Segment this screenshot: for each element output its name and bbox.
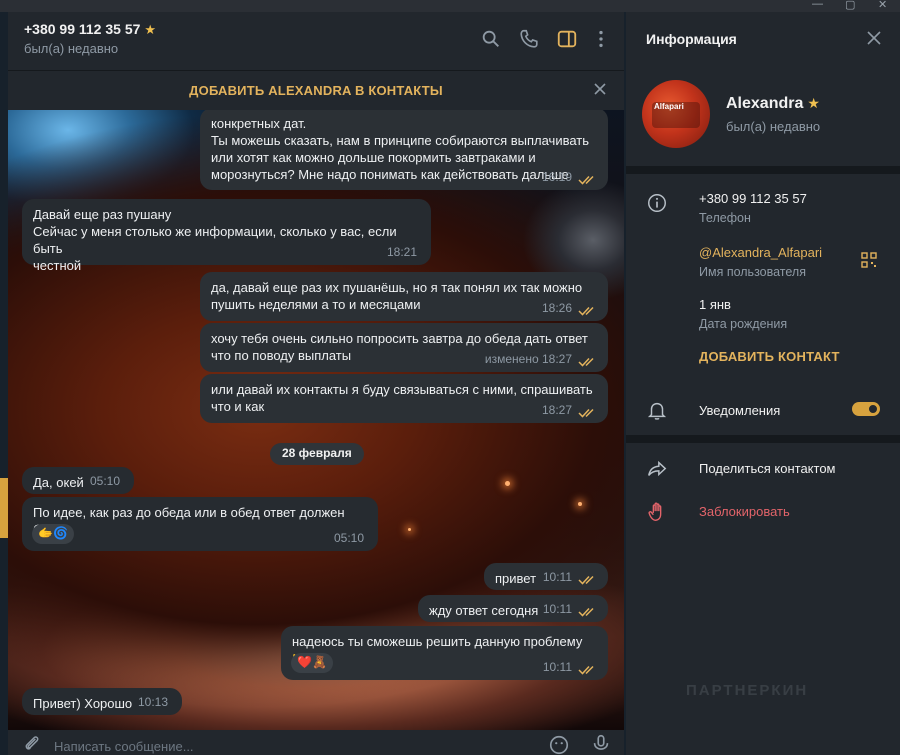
peer-title[interactable]: +380 99 112 35 57 ★ bbox=[24, 21, 156, 38]
panel-title: Информация bbox=[646, 31, 737, 47]
toggle-knob bbox=[867, 403, 879, 415]
premium-star-icon: ★ bbox=[807, 95, 820, 111]
premium-star-icon: ★ bbox=[144, 22, 157, 37]
left-edge-accent bbox=[0, 478, 8, 538]
more-menu-icon[interactable] bbox=[590, 28, 612, 50]
watermark: ПАРТНЕРКИН bbox=[686, 682, 809, 699]
message-bubble[interactable]: надеюсь ты сможешь решить данную проблем… bbox=[281, 626, 608, 680]
message-list[interactable]: конкретных дат. Ты можешь сказать, нам в… bbox=[8, 110, 624, 730]
avatar-logo: Alfapari bbox=[654, 102, 684, 111]
info-icon bbox=[648, 194, 666, 212]
notifications-label: Уведомления bbox=[699, 403, 781, 418]
chat-header[interactable]: +380 99 112 35 57 ★ был(а) недавно bbox=[8, 12, 624, 70]
side-panel-icon[interactable] bbox=[556, 28, 578, 50]
background-spark bbox=[578, 502, 582, 506]
block-hand-icon bbox=[648, 502, 662, 521]
date-separator: 28 февраля bbox=[270, 443, 364, 465]
read-ticks-icon bbox=[578, 607, 594, 617]
username-value[interactable]: @Alexandra_Alfapari bbox=[699, 245, 822, 260]
message-bubble[interactable]: жду ответ сегодня 10:11 bbox=[418, 595, 608, 622]
close-window-icon[interactable]: ✕ bbox=[878, 0, 887, 11]
window-titlebar: — ▢ ✕ bbox=[0, 0, 900, 12]
message-bubble[interactable]: Да, окей 05:10 bbox=[22, 467, 134, 494]
notifications-toggle[interactable] bbox=[852, 402, 880, 416]
read-ticks-icon bbox=[578, 408, 594, 418]
message-bubble[interactable]: или давай их контакты я буду связываться… bbox=[200, 374, 608, 423]
bell-icon bbox=[647, 402, 667, 420]
background-spark bbox=[408, 528, 411, 531]
section-divider bbox=[626, 166, 900, 174]
emoji-icon[interactable] bbox=[548, 734, 570, 755]
message-bubble[interactable]: Привет) Хорошо 10:13 bbox=[22, 688, 182, 715]
phone-value[interactable]: +380 99 112 35 57 bbox=[699, 191, 807, 206]
message-composer bbox=[8, 730, 624, 755]
message-bubble[interactable]: конкретных дат. Ты можешь сказать, нам в… bbox=[200, 110, 608, 190]
microphone-icon[interactable] bbox=[590, 733, 612, 755]
info-panel: Информация Alfapari Alexandra ★ был(а) не… bbox=[626, 12, 900, 755]
search-icon[interactable] bbox=[480, 28, 502, 50]
add-to-contacts-bar: ДОБАВИТЬ ALEXANDRA В КОНТАКТЫ bbox=[8, 70, 624, 110]
share-contact-button[interactable]: Поделиться контактом bbox=[699, 461, 836, 476]
message-reaction[interactable]: ❤️🧸 bbox=[291, 653, 333, 673]
close-icon[interactable] bbox=[592, 81, 608, 97]
birthday-label: Дата рождения bbox=[699, 317, 788, 331]
minimize-icon[interactable]: — bbox=[812, 0, 823, 10]
attach-icon[interactable] bbox=[22, 734, 42, 754]
avatar[interactable]: Alfapari bbox=[642, 80, 710, 148]
message-bubble[interactable]: привет 10:11 bbox=[484, 563, 608, 590]
read-ticks-icon bbox=[578, 175, 594, 185]
read-ticks-icon bbox=[578, 306, 594, 316]
peer-status: был(а) недавно bbox=[24, 41, 119, 56]
section-divider bbox=[626, 435, 900, 443]
maximize-icon[interactable]: ▢ bbox=[845, 0, 855, 11]
background-spark bbox=[505, 481, 510, 486]
birthday-value: 1 янв bbox=[699, 297, 731, 312]
read-ticks-icon bbox=[578, 575, 594, 585]
close-panel-icon[interactable] bbox=[866, 30, 882, 46]
profile-status: был(а) недавно bbox=[726, 119, 821, 134]
qr-code-icon[interactable] bbox=[860, 251, 878, 269]
message-reaction[interactable]: 🫱🌀 bbox=[32, 524, 74, 544]
message-input[interactable] bbox=[54, 736, 474, 755]
read-ticks-icon bbox=[578, 665, 594, 675]
phone-call-icon[interactable] bbox=[518, 28, 540, 50]
username-label: Имя пользователя bbox=[699, 265, 806, 279]
message-bubble[interactable]: да, давай еще раз их пушанёшь, но я так … bbox=[200, 272, 608, 321]
message-bubble[interactable]: Давай еще раз пушану Сейчас у меня столь… bbox=[22, 199, 431, 273]
share-icon bbox=[648, 460, 667, 477]
block-button[interactable]: Заблокировать bbox=[699, 504, 790, 519]
chat-area: +380 99 112 35 57 ★ был(а) недавно ДОБАВИ… bbox=[8, 12, 624, 755]
add-to-contacts-button[interactable]: ДОБАВИТЬ ALEXANDRA В КОНТАКТЫ bbox=[8, 83, 624, 98]
message-bubble[interactable]: По идее, как раз до обеда или в обед отв… bbox=[22, 497, 378, 551]
add-contact-button[interactable]: ДОБАВИТЬ КОНТАКТ bbox=[699, 349, 840, 364]
phone-label: Телефон bbox=[699, 211, 751, 225]
profile-name: Alexandra ★ bbox=[726, 95, 820, 112]
read-ticks-icon bbox=[578, 357, 594, 367]
message-bubble[interactable]: хочу тебя очень сильно попросить завтра … bbox=[200, 323, 608, 372]
